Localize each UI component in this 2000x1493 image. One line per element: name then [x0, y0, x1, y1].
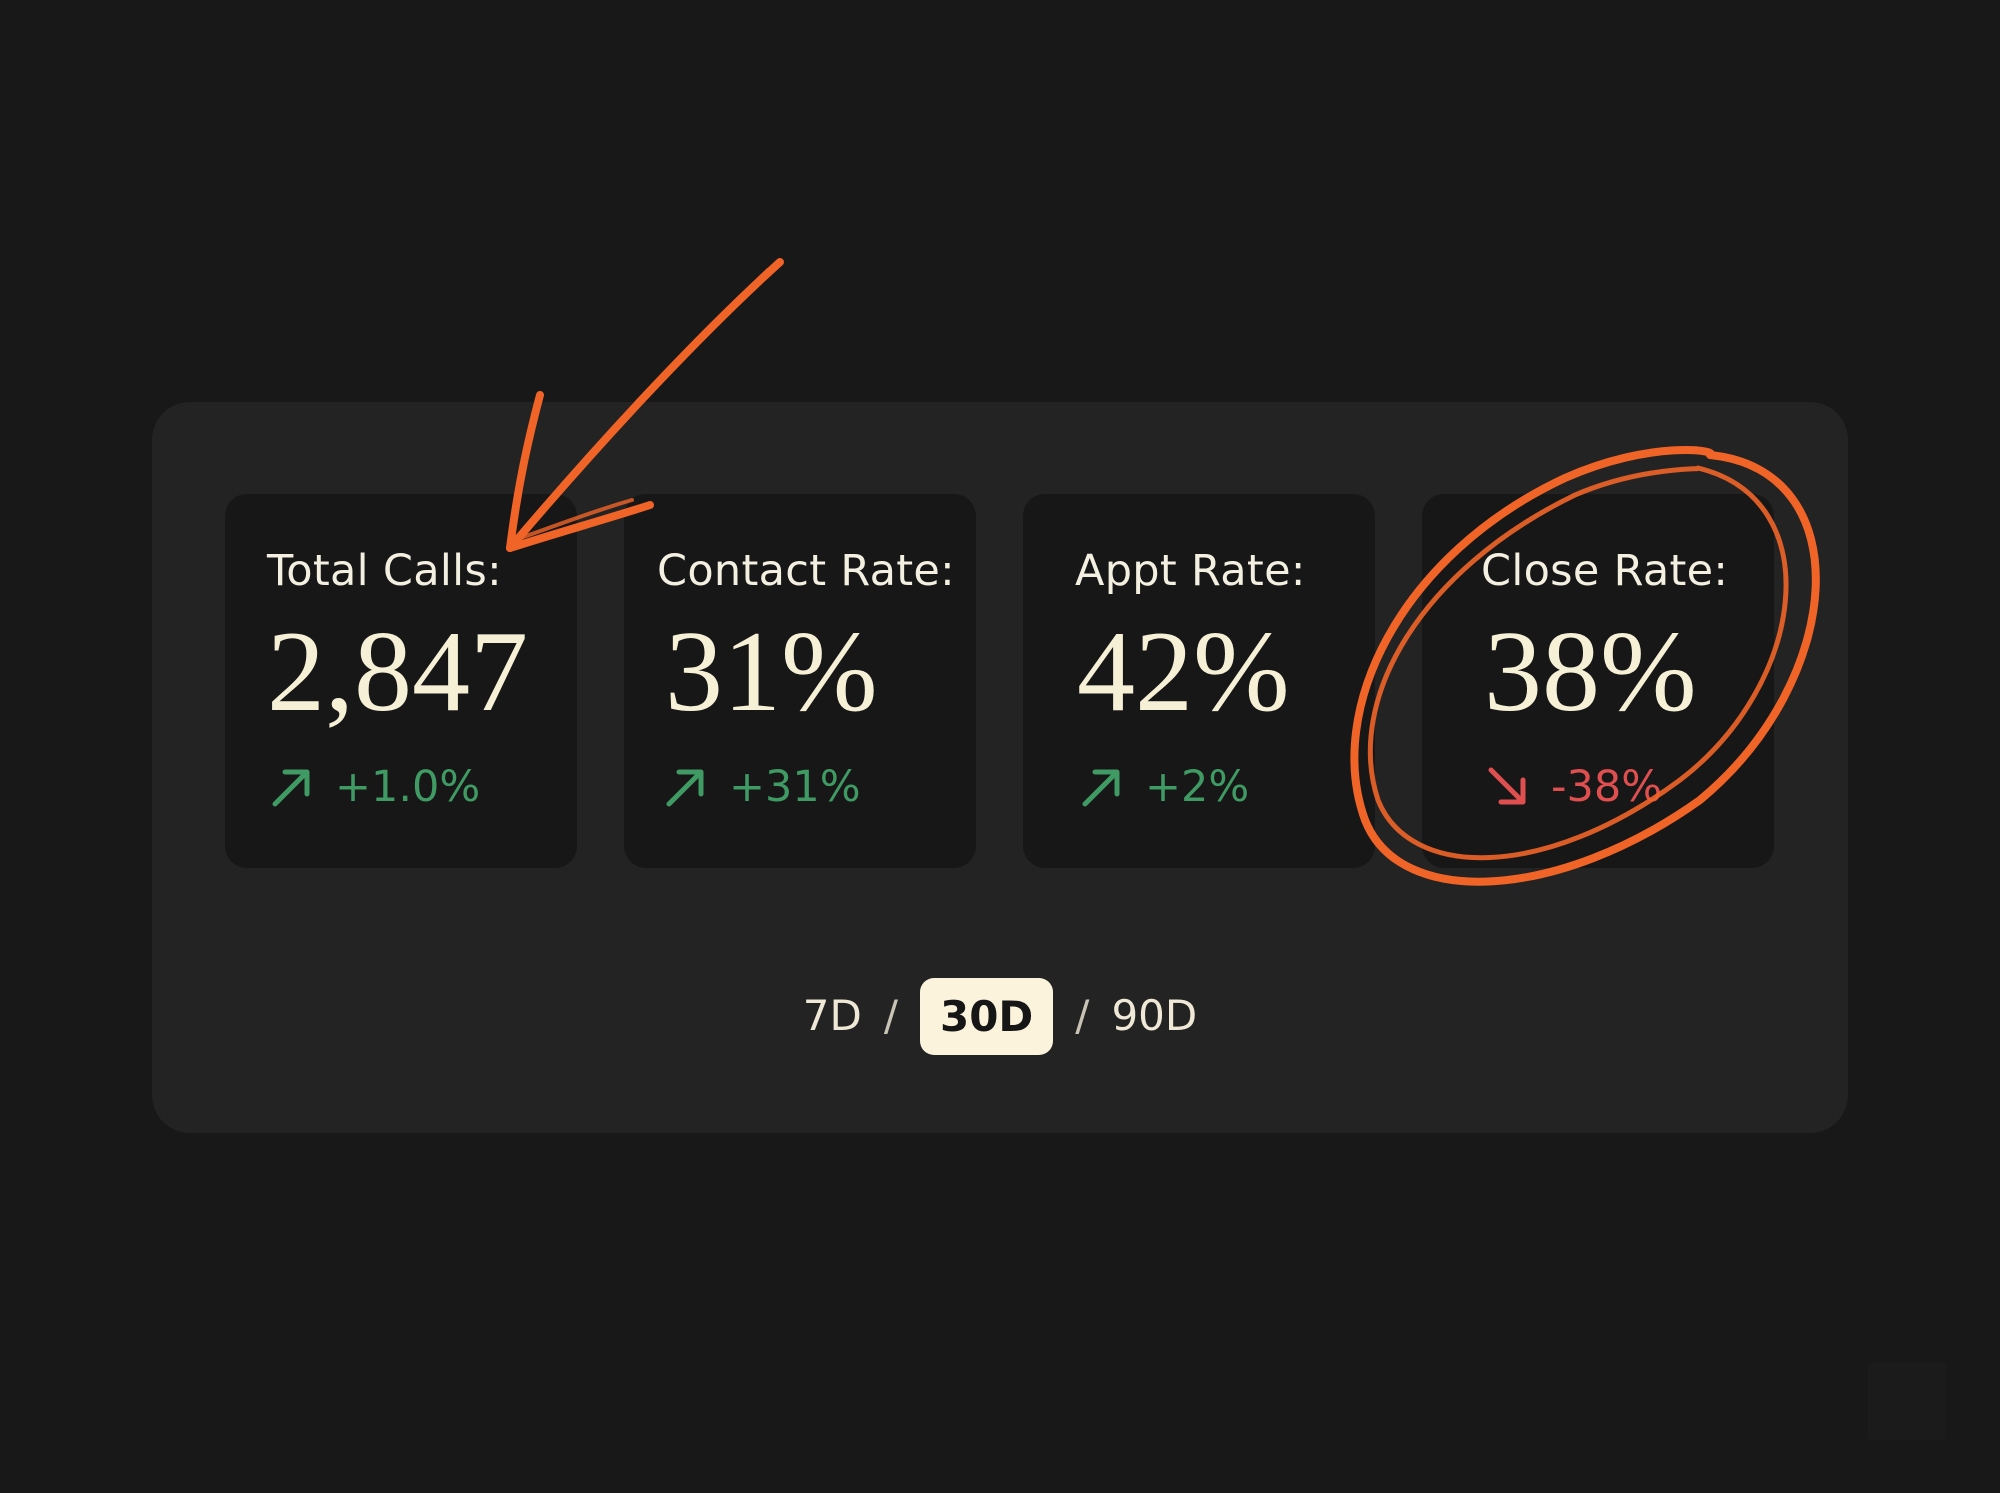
range-30d-option-selected[interactable]: 30D	[919, 977, 1054, 1055]
range-90d-option[interactable]: 90D	[1111, 995, 1197, 1037]
range-separator: /	[1075, 991, 1090, 1040]
metric-card-close-rate: Close Rate: 38% -38%	[1422, 494, 1774, 868]
metric-delta: +31%	[661, 762, 861, 812]
trend-up-arrow-icon	[666, 769, 704, 807]
metric-card-total-calls: Total Calls: 2,847 +1.0%	[225, 494, 577, 868]
date-range-selector: 7D / 30D / 90D	[0, 974, 2000, 1058]
metric-label: Total Calls:	[267, 546, 502, 596]
metric-value: 2,847	[267, 608, 528, 736]
metric-delta-text: +2%	[1145, 761, 1250, 812]
metric-label: Appt Rate:	[1075, 546, 1306, 596]
metric-label: Close Rate:	[1481, 546, 1729, 596]
metric-card-appt-rate: Appt Rate: 42% +2%	[1023, 494, 1375, 868]
trend-down-arrow-icon	[1488, 767, 1526, 805]
metric-value: 31%	[665, 608, 878, 736]
range-7d-option[interactable]: 7D	[803, 995, 862, 1037]
corner-watermark	[1868, 1362, 1946, 1440]
metric-delta-text: -38%	[1551, 761, 1663, 812]
metric-delta: +2%	[1077, 762, 1249, 812]
metric-delta: +1.0%	[267, 762, 480, 812]
range-separator: /	[883, 991, 898, 1040]
metric-delta: -38%	[1483, 762, 1662, 812]
metric-delta-text: +1.0%	[335, 761, 481, 812]
metric-label: Contact Rate:	[657, 546, 955, 596]
metric-card-contact-rate: Contact Rate: 31% +31%	[624, 494, 976, 868]
trend-up-arrow-icon	[1082, 769, 1120, 807]
metric-value: 38%	[1484, 608, 1697, 736]
metric-value: 42%	[1077, 608, 1290, 736]
trend-up-arrow-icon	[272, 769, 310, 807]
metric-delta-text: +31%	[729, 761, 861, 812]
